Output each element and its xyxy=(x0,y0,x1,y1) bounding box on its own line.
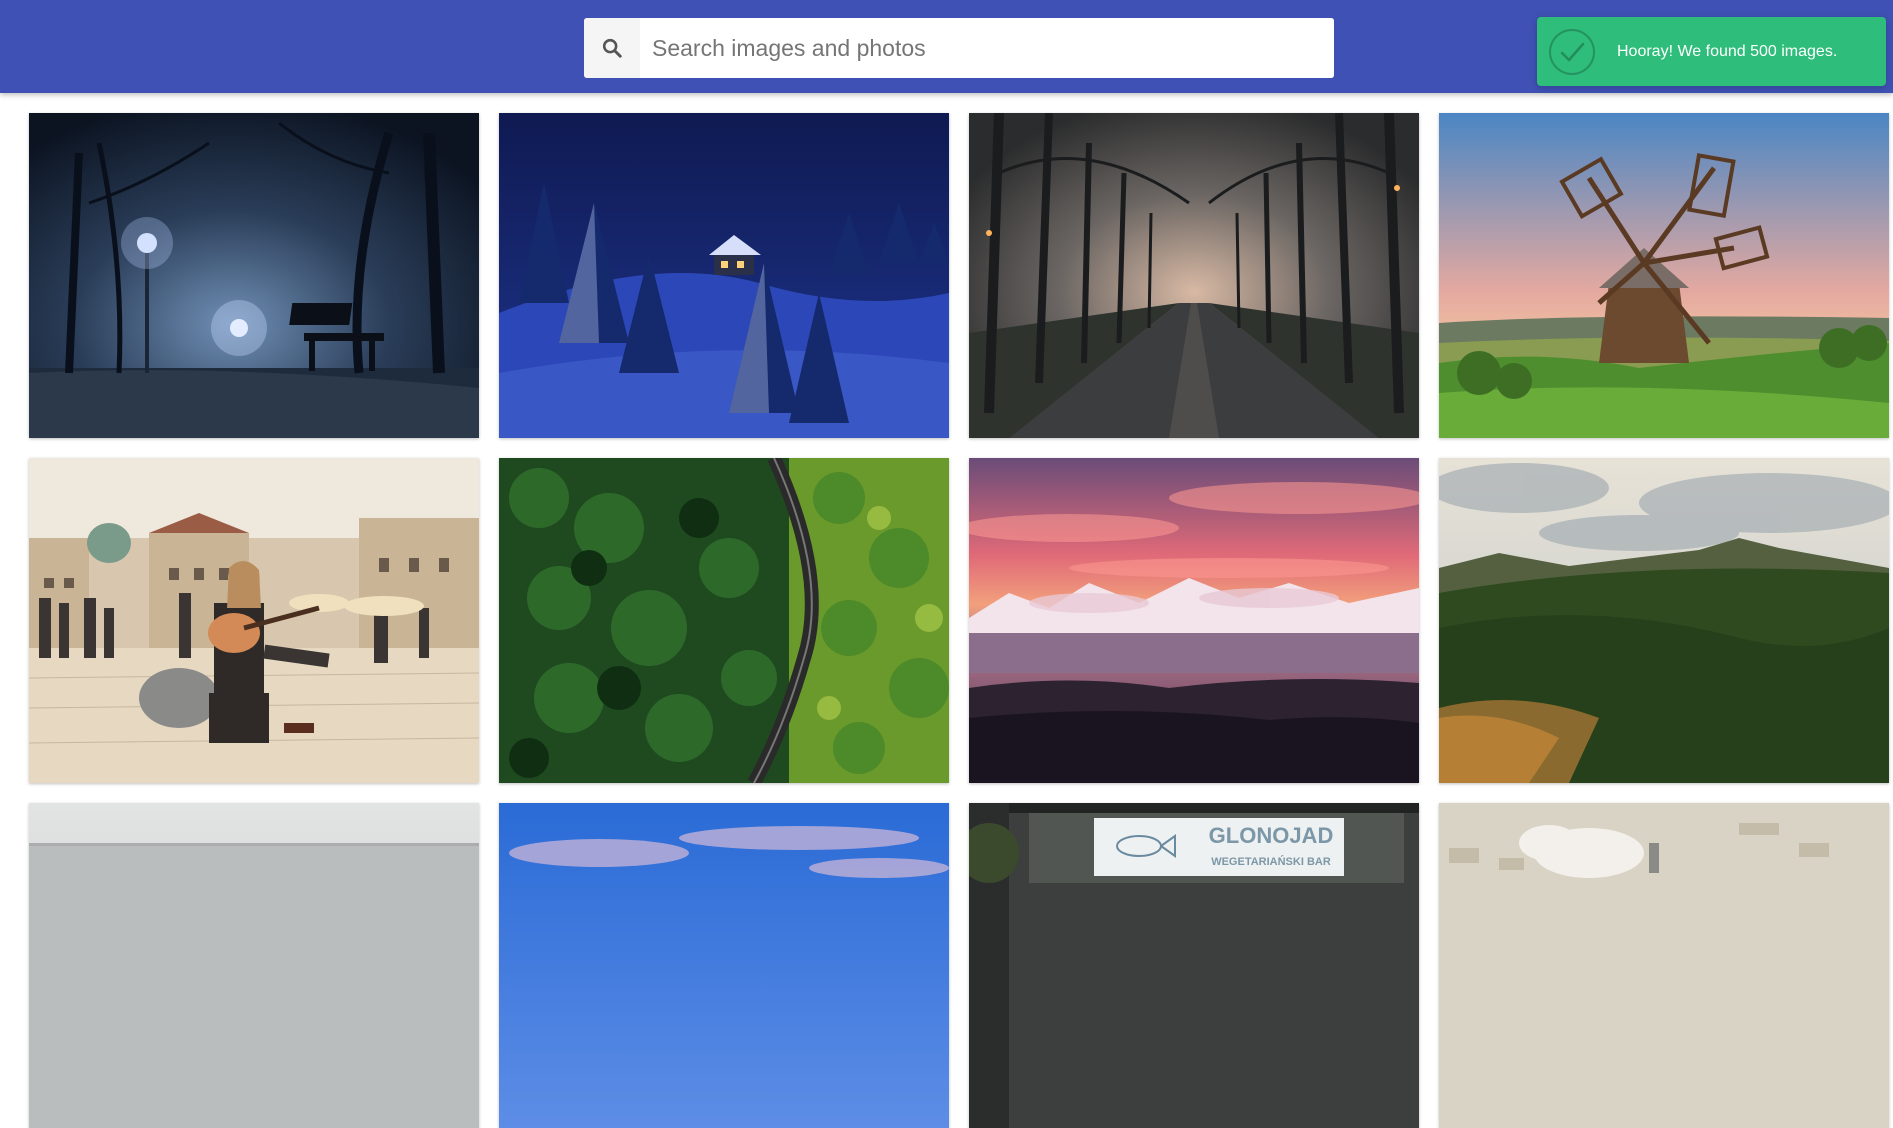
gallery-image[interactable] xyxy=(1439,113,1889,438)
image-gallery: GLONOJAD WEGETARIAŃSKI BAR xyxy=(29,113,1893,1128)
search-input[interactable] xyxy=(640,18,1334,78)
gallery-image[interactable] xyxy=(29,458,479,783)
gallery-image[interactable] xyxy=(969,113,1419,438)
gallery-image[interactable] xyxy=(499,803,949,1128)
gallery-image[interactable] xyxy=(1439,803,1889,1128)
check-circle-icon xyxy=(1547,27,1597,77)
gallery-image[interactable] xyxy=(29,113,479,438)
gallery-image[interactable]: GLONOJAD WEGETARIAŃSKI BAR xyxy=(969,803,1419,1128)
toast-message: Hooray! We found 500 images. xyxy=(1617,42,1838,60)
gallery-image[interactable] xyxy=(29,803,479,1128)
gallery-image[interactable] xyxy=(499,113,949,438)
gallery-image[interactable] xyxy=(1439,458,1889,783)
search-button[interactable] xyxy=(584,18,640,78)
sign-title: GLONOJAD xyxy=(1209,823,1334,848)
notification-toast[interactable]: Hooray! We found 500 images. xyxy=(1537,17,1886,86)
sign-subtitle: WEGETARIAŃSKI BAR xyxy=(1211,855,1331,868)
gallery-image[interactable] xyxy=(499,458,949,783)
search-form xyxy=(584,18,1334,78)
gallery-image[interactable] xyxy=(969,458,1419,783)
search-icon xyxy=(601,37,623,59)
